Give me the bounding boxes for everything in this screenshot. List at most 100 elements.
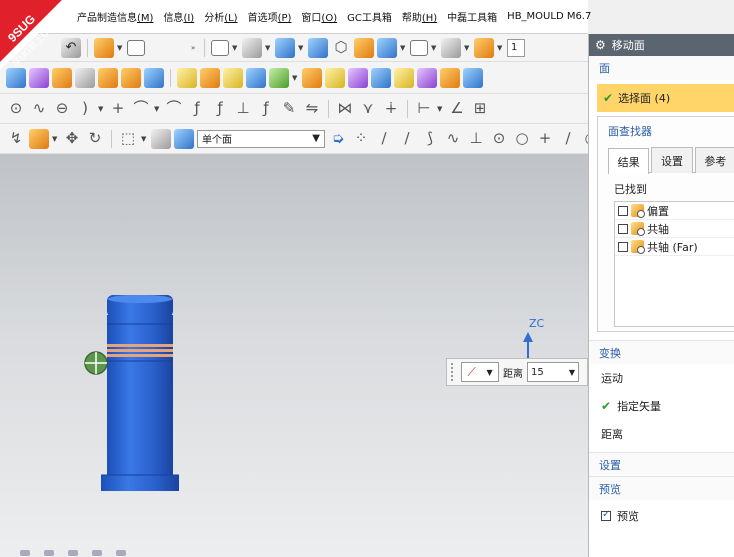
snap-existing-icon[interactable]: ⁘ [351, 129, 371, 149]
trim-body-icon[interactable] [246, 67, 266, 88]
face-section-header[interactable]: 面 [589, 56, 734, 80]
join-curve-icon[interactable]: ∔ [381, 99, 401, 119]
project-curve-icon[interactable]: ƒ [187, 99, 207, 119]
view-orientation-icon[interactable] [377, 37, 397, 58]
distance-row[interactable]: 距离 [589, 420, 734, 448]
rotate-handle-icon[interactable]: ↻ [85, 129, 105, 149]
boolean-icon[interactable] [302, 67, 322, 88]
split-body-icon[interactable] [463, 67, 483, 88]
dropdown-arrow-icon[interactable]: ▼ [431, 44, 438, 52]
intersect-curve-icon[interactable]: ƒ [210, 99, 230, 119]
list-item[interactable]: 共轴 [615, 220, 734, 238]
curve-analysis-icon[interactable]: ∠ [447, 99, 467, 119]
through-curves-icon[interactable] [29, 67, 49, 88]
menu-pmi[interactable]: 产品制造信息(M) [72, 9, 158, 24]
undo-icon[interactable]: ↶ [61, 37, 81, 58]
offset-curve-icon[interactable]: ⌒ [164, 99, 184, 119]
divide-curve-icon[interactable]: ⋈ [335, 99, 355, 119]
menu-gc-toolbox[interactable]: GC工具箱 [342, 9, 397, 24]
fillet-curve-icon[interactable]: ⌒ [131, 99, 151, 119]
vector-type-button[interactable]: ⟋ ▼ [461, 362, 499, 382]
face-finder-title[interactable]: 面查找器 [608, 123, 652, 139]
menu-analysis[interactable]: 分析(L) [199, 9, 242, 24]
dialog-title-bar[interactable]: ⚙ 移动面 [589, 34, 734, 56]
sew-icon[interactable] [394, 67, 414, 88]
menu-hb-mould[interactable]: HB_MOULD M6.7 [502, 11, 596, 22]
snap-point-on-icon[interactable]: + [535, 129, 555, 149]
info-window-icon[interactable] [127, 39, 145, 56]
thicken-icon[interactable] [98, 67, 118, 88]
bridge-curve-icon[interactable]: ✎ [279, 99, 299, 119]
draft-icon[interactable] [371, 67, 391, 88]
preview-row[interactable]: 预览 [589, 502, 734, 530]
snap-on-curve-icon[interactable]: ∕ [558, 129, 578, 149]
snap-end-icon[interactable]: ∕ [374, 129, 394, 149]
patch-icon[interactable] [417, 67, 437, 88]
extend-curve-icon[interactable]: ƒ [256, 99, 276, 119]
select-faces-icon[interactable] [151, 128, 171, 149]
tab-results[interactable]: 结果 [608, 148, 650, 174]
select-face-button[interactable]: ✔ 选择面 (4) [597, 84, 734, 112]
background-icon[interactable] [410, 39, 428, 56]
menu-window[interactable]: 窗口(O) [296, 9, 342, 24]
snap-point-icon[interactable]: ↯ [6, 129, 26, 149]
replace-face-icon[interactable] [440, 67, 460, 88]
layer-settings-icon[interactable] [474, 37, 494, 58]
list-item[interactable]: 偏置 [615, 202, 734, 220]
menu-help[interactable]: 帮助(H) [397, 9, 442, 24]
offset-face-icon[interactable] [144, 67, 164, 88]
dropdown-arrow-icon[interactable]: ▼ [52, 135, 59, 143]
dropdown-arrow-icon[interactable]: ▼ [232, 44, 239, 52]
cylinder-part[interactable] [80, 289, 190, 504]
result-checkbox[interactable] [618, 205, 628, 216]
dropdown-arrow-icon[interactable]: ▼ [292, 74, 299, 82]
dropdown-arrow-icon[interactable]: ▼ [497, 44, 504, 52]
distance-input[interactable]: 15 ▼ [527, 362, 579, 382]
motion-row[interactable]: 运动 [589, 364, 734, 392]
chamfer-icon[interactable] [348, 67, 368, 88]
gear-icon[interactable]: ⚙ [595, 38, 606, 52]
menu-zhonglei-toolbox[interactable]: 中磊工具箱 [442, 9, 502, 24]
tube-icon[interactable] [75, 67, 95, 88]
curve-length-icon[interactable]: ⋎ [358, 99, 378, 119]
zc-axis-arrow-icon[interactable] [520, 332, 536, 358]
fit-view-icon[interactable] [211, 39, 229, 56]
tab-settings[interactable]: 设置 [651, 147, 693, 173]
line-icon[interactable]: + [108, 99, 128, 119]
move-handle-icon[interactable]: ✥ [62, 129, 82, 149]
list-item[interactable]: 共轴 (Far) [615, 238, 734, 256]
pattern-icon[interactable] [223, 67, 243, 88]
extrude-icon[interactable] [177, 67, 197, 88]
snap-center-icon[interactable]: ⊙ [489, 129, 509, 149]
menu-preferences[interactable]: 首选项(P) [243, 9, 297, 24]
dropdown-arrow-icon[interactable]: ▼ [265, 44, 272, 52]
dropdown-arrow-icon[interactable]: ▼ [141, 135, 148, 143]
arrow-right-icon[interactable]: ➭ [328, 129, 348, 149]
dropdown-arrow-icon[interactable]: ▼ [298, 44, 305, 52]
select-type-icon[interactable] [29, 128, 49, 149]
rectangle-select-icon[interactable]: ⬚ [118, 129, 138, 149]
datum-plane-icon[interactable] [269, 67, 289, 88]
studio-surface-icon[interactable] [52, 67, 72, 88]
dropdown-arrow-icon[interactable]: ▼ [117, 44, 124, 52]
toolbar-overflow-icon[interactable]: » [191, 44, 198, 52]
point-icon[interactable]: ⊙ [6, 99, 26, 119]
preview-section-header[interactable]: 预览 [589, 476, 734, 500]
specify-vector-row[interactable]: ✔ 指定矢量 [589, 392, 734, 420]
composite-curve-icon[interactable]: ⇋ [302, 99, 322, 119]
graphics-window[interactable]: ZC ⟋ ▼ 距离 15 ▼ [0, 154, 590, 557]
transform-section-header[interactable]: 变换 [589, 340, 734, 364]
snap-on-face-icon[interactable]: ◔ [581, 129, 588, 149]
assembly-icon[interactable] [94, 37, 114, 58]
surface-icon[interactable] [6, 67, 26, 88]
snap-tangent-icon[interactable]: ⊥ [466, 129, 486, 149]
settings-section-header[interactable]: 设置 [589, 452, 734, 476]
table-icon[interactable]: ⊞ [470, 99, 490, 119]
render-style-icon[interactable] [242, 37, 262, 58]
ellipse-icon[interactable]: ⊖ [52, 99, 72, 119]
snap-mid-icon[interactable]: ∕ [397, 129, 417, 149]
dropdown-arrow-icon[interactable]: ▼ [400, 44, 407, 52]
arc-icon[interactable]: ) [75, 99, 95, 119]
tab-reference[interactable]: 参考 [694, 147, 734, 173]
edit-section-icon[interactable] [354, 37, 374, 58]
